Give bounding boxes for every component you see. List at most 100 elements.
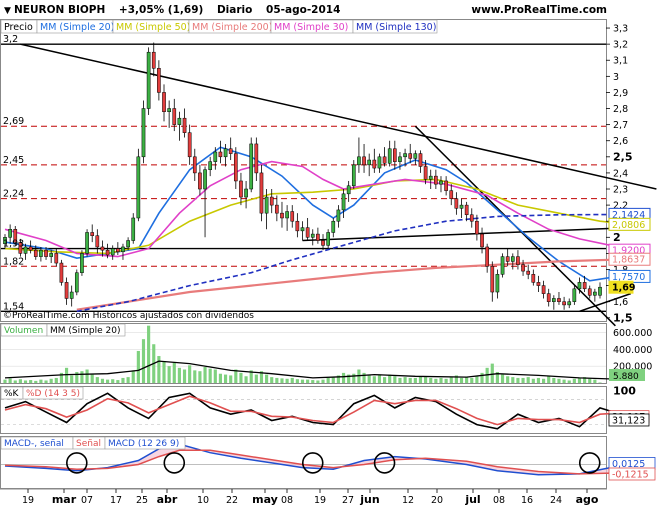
volume-bar-111 — [572, 378, 576, 383]
candle-body-39 — [203, 169, 207, 190]
candle-body-78 — [403, 153, 407, 158]
candle-body-48 — [249, 143, 254, 190]
header-change: +3,05% (1,69) — [119, 4, 203, 16]
volume-bar-104 — [536, 377, 541, 383]
candle-body-97 — [500, 256, 505, 275]
volume-bar-63 — [326, 377, 330, 383]
volume-tick-label-0: 600.000 — [613, 328, 652, 339]
volume-bar-43 — [223, 374, 228, 383]
candle-body-52 — [269, 196, 274, 206]
volume-bar-107 — [552, 377, 556, 383]
candle-body-8 — [44, 249, 48, 257]
candle-body-84 — [434, 175, 438, 185]
candle-body-56 — [290, 211, 295, 222]
volume-bar-93 — [480, 372, 484, 383]
legend-price: Precio — [4, 22, 33, 33]
volume-bar-112 — [577, 377, 582, 383]
macd-tag-label-1: -0,1215 — [612, 469, 649, 480]
candle-body-76 — [393, 148, 397, 162]
volume-bar-71 — [367, 375, 371, 383]
volume-bar-32 — [167, 366, 171, 383]
candle-body-5 — [28, 246, 33, 251]
volume-bar-2 — [13, 380, 17, 383]
price-tick-label-7: 2,6 — [613, 136, 628, 147]
price-tick-label-3: 3 — [613, 72, 619, 83]
candle-body-14 — [74, 272, 79, 293]
volume-bar-20 — [106, 379, 110, 383]
price-tag-label-1: 2,0806 — [612, 220, 645, 231]
candle-body-75 — [387, 148, 392, 164]
volume-bar-36 — [188, 365, 192, 383]
volume-bar-24 — [126, 377, 130, 383]
candle-body-50 — [259, 172, 264, 214]
legend-ma20: MM (Simple 20) — [40, 22, 114, 33]
volume-bar-70 — [362, 372, 366, 383]
volume-bar-92 — [475, 376, 479, 383]
volume-bar-58 — [300, 379, 305, 383]
candle-body-95 — [490, 266, 495, 293]
volume-bar-62 — [321, 379, 325, 383]
candle-body-27 — [141, 108, 146, 158]
volume-bar-81 — [418, 376, 423, 383]
x-tick-label-5: abr — [157, 493, 178, 506]
candle-body-32 — [167, 108, 171, 112]
candle-body-53 — [275, 204, 279, 214]
candle-body-89 — [459, 204, 464, 209]
candle-body-86 — [444, 180, 448, 191]
volume-bar-95 — [490, 363, 494, 383]
level-label-5: 1,82 — [3, 256, 24, 267]
candle-body-71 — [367, 159, 372, 166]
volume-bar-54 — [280, 378, 284, 383]
candle-body-6 — [33, 249, 38, 257]
price-tick-label-10: 2,3 — [613, 185, 628, 196]
x-tick-label-13: 12 — [402, 495, 414, 506]
volume-bar-22 — [116, 380, 120, 383]
volume-bar-100 — [516, 377, 520, 383]
volume-bar-0 — [3, 379, 7, 383]
volume-bar-53 — [275, 377, 279, 383]
candle-body-11 — [59, 262, 64, 283]
candle-body-1 — [8, 229, 12, 238]
legend-signal: Señal — [76, 439, 101, 449]
candle-body-31 — [162, 92, 166, 112]
volume-bar-46 — [239, 372, 243, 383]
x-tick-label-11: 27 — [342, 495, 354, 506]
footnote: ProRealTime.com Históricos ajustados con… — [12, 310, 254, 321]
volume-bar-60 — [311, 380, 315, 383]
legend-volume: Volumen — [4, 326, 43, 336]
candle-body-33 — [172, 108, 177, 125]
candle-body-9 — [49, 253, 53, 257]
price-tick-label-2: 3,1 — [613, 56, 628, 67]
candle-body-49 — [254, 143, 259, 174]
candle-body-115 — [593, 291, 597, 296]
candle-body-55 — [285, 211, 289, 219]
macd-last-tags: 0,0125-0,1215 — [608, 457, 656, 480]
x-tick-label-12: jun — [359, 493, 379, 506]
volume-bar-41 — [213, 369, 217, 383]
svg-text:NEURON BIOPH +3,05% (1: NEURON BIOPH +3,05% (1,69) Diario 05-ago… — [14, 4, 340, 16]
volume-bar-39 — [203, 366, 207, 383]
volume-bar-110 — [567, 380, 571, 383]
volume-bar-57 — [295, 379, 299, 383]
x-tick-label-1: mar — [52, 493, 77, 506]
candle-body-34 — [177, 117, 182, 125]
header-site[interactable]: www.ProRealTime.com — [471, 4, 607, 16]
volume-bar-15 — [80, 371, 84, 383]
candle-body-103 — [531, 274, 536, 283]
volume-bar-4 — [23, 380, 28, 383]
volume-bar-27 — [141, 339, 146, 383]
candle-body-42 — [218, 151, 223, 158]
volume-bar-90 — [465, 377, 469, 383]
candle-body-59 — [305, 227, 310, 238]
candle-body-67 — [346, 185, 351, 195]
volume-bar-33 — [172, 362, 176, 383]
level-label-4: 1,93 — [3, 239, 24, 250]
candle-body-92 — [475, 220, 479, 235]
volume-bar-108 — [557, 378, 561, 383]
x-tick-label-14: 20 — [431, 495, 443, 506]
level-label-0: 3,2 — [3, 34, 18, 45]
header-date: 05-ago-2014 — [266, 4, 340, 16]
candle-body-94 — [485, 246, 489, 267]
legend-stoch-k: %K — [4, 389, 20, 399]
candle-body-63 — [326, 232, 330, 246]
